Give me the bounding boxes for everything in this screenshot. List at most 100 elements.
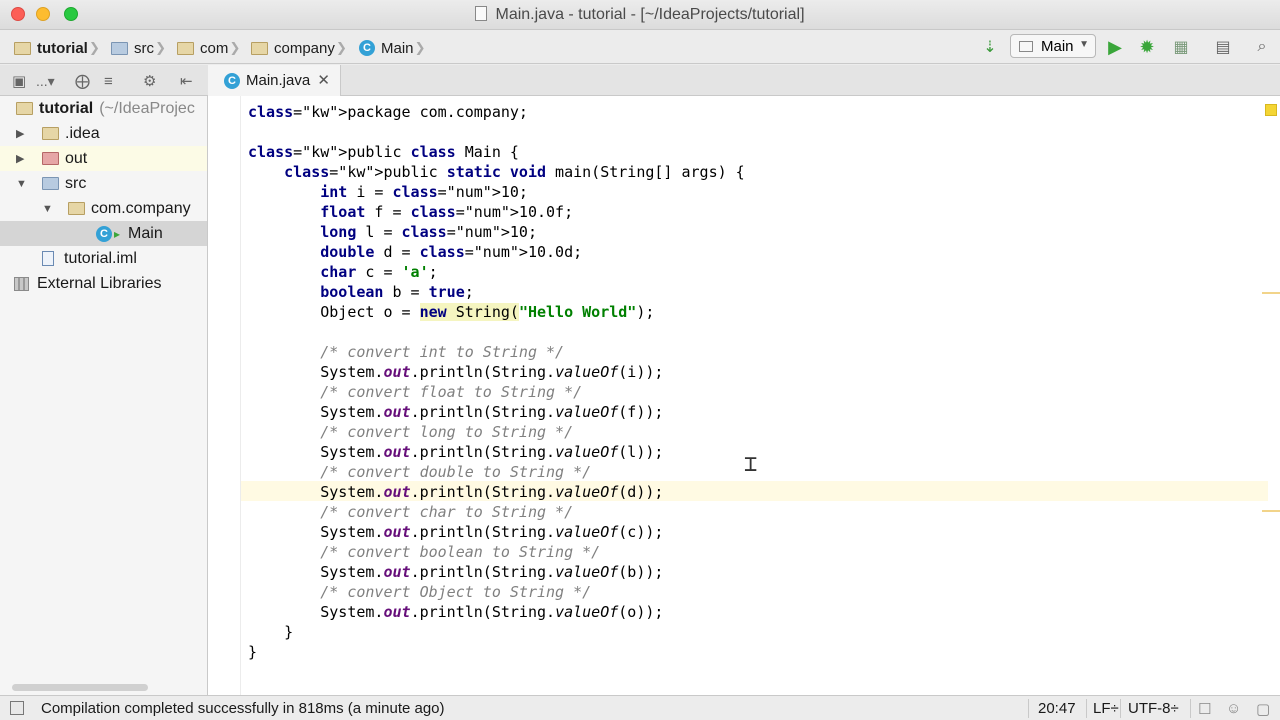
tree-item-tutorial[interactable]: tutorial (~/IdeaProjec [0,96,207,121]
code-line: /* convert char to String */ [248,502,745,522]
code-token: class="kw">public class Main { [248,143,519,161]
inspector-icon[interactable]: ☺ [1226,700,1241,717]
code-area[interactable]: class="kw">package com.company; class="k… [248,102,745,662]
editor-tabs: C Main.java ✕ [208,65,1280,96]
line-separator-selector[interactable]: LF÷ [1093,700,1119,717]
gear-icon[interactable]: ⚙ [143,71,156,91]
encoding-selector[interactable]: UTF-8÷ [1128,700,1179,717]
project-structure-icon[interactable]: ▤ [1213,37,1233,57]
tree-item-label: out [65,149,88,167]
code-line: float f = class="num">10.0f; [248,202,745,222]
divider [1086,699,1087,718]
code-comment: /* convert long to String */ [248,423,574,441]
breadcrumb-com[interactable]: com ❯ [177,38,240,58]
code-token: System.out.println(String.valueOf(i)); [248,363,664,381]
divider [1190,699,1191,718]
code-line: class="kw">public class Main { [248,142,745,162]
tree-item-out[interactable]: ▶ out [0,146,207,171]
divider [1120,699,1121,718]
folder-icon [14,41,31,55]
chevron-right-icon: ❯ [414,40,426,55]
tree-item-label: tutorial [39,99,94,117]
collapse-all-icon[interactable]: ≡ [104,71,113,91]
collapse-arrow-icon[interactable]: ▼ [16,178,27,190]
tree-item-idea[interactable]: ▶ .idea [0,121,207,146]
code-comment: /* convert boolean to String */ [248,543,601,561]
warning-marker[interactable] [1262,292,1280,294]
hide-panel-icon[interactable]: ⇤ [180,71,193,91]
chevron-right-icon: ❯ [335,40,347,55]
libraries-icon [14,276,29,291]
code-token: class="kw">package com.company; [248,103,528,121]
breadcrumb-label: com [200,39,229,57]
code-line: System.out.println(String.valueOf(l)); [248,442,745,462]
code-line: /* convert Object to String */ [248,582,745,602]
collapse-arrow-icon[interactable]: ▼ [42,203,53,215]
code-line: } [248,642,745,662]
inspection-status-icon[interactable] [1265,104,1277,116]
tree-item-external-libraries[interactable]: External Libraries [0,271,207,296]
code-editor[interactable]: class="kw">package com.company; class="k… [208,96,1280,695]
tree-item-com-company[interactable]: ▼ com.company [0,196,207,221]
source-folder-icon [42,177,59,190]
run-icon[interactable]: ▶ [1105,37,1125,57]
project-tree: tutorial (~/IdeaProjec ▶ .idea ▶ out ▼ s… [0,96,208,695]
tree-item-src[interactable]: ▼ src [0,171,207,196]
scroll-from-source-icon[interactable]: ⨁ [75,71,90,91]
tool-windows-icon[interactable] [10,701,24,715]
code-token: class="kw">public static void main(Strin… [284,163,745,181]
class-icon: C [359,40,375,56]
code-line: System.out.println(String.valueOf(d)); [248,482,745,502]
debug-icon[interactable]: ✹ [1137,37,1157,57]
code-comment: /* convert Object to String */ [248,583,592,601]
window-title: Main.java - tutorial - [~/IdeaProjects/t… [495,6,805,23]
ide-window: { "window": { "title": "Main.java - tuto… [0,0,1280,720]
close-tab-icon[interactable]: ✕ [317,71,330,89]
code-line: int i = class="num">10; [248,182,745,202]
code-comment: /* convert double to String */ [248,463,592,481]
warning-marker[interactable] [1262,510,1280,512]
caret-position[interactable]: 20:47 [1038,700,1076,717]
class-icon: C [96,225,112,242]
project-view-label: ... [36,73,48,89]
lock-icon[interactable]: ☐ [1198,700,1211,718]
code-line: char c = 'a'; [248,262,745,282]
code-token: System.out.println(String.valueOf(f)); [248,403,664,421]
code-token: } [248,643,258,661]
code-line: System.out.println(String.valueOf(f)); [248,402,745,422]
status-bar: Compilation completed successfully in 81… [0,695,1280,720]
breadcrumb-company[interactable]: company ❯ [251,38,347,58]
project-view-icon[interactable]: ▣ [12,71,26,91]
breadcrumb-label: Main [381,39,414,57]
editor-gutter[interactable] [208,96,241,695]
project-view-selector[interactable]: ... ▾ [36,71,55,91]
horizontal-scrollbar[interactable] [12,684,148,691]
coverage-icon[interactable]: ▦ [1171,37,1191,57]
run-marker-icon: ▸ [114,226,121,241]
tree-item-path: (~/IdeaProjec [99,99,195,117]
breadcrumb-src[interactable]: src ❯ [111,38,166,58]
build-project-icon[interactable]: ⇣ [980,37,1000,57]
expand-arrow-icon[interactable]: ▶ [16,152,24,165]
event-log-icon[interactable]: ▢ [1256,700,1270,718]
breadcrumb-tutorial[interactable]: tutorial ❯ [14,38,100,58]
code-token: } [248,623,294,641]
error-stripe[interactable] [1262,96,1280,695]
code-line: /* convert double to String */ [248,462,745,482]
project-toolbar: ▣ ... ▾ ⨁ ≡ ⚙ ⇤ [0,65,208,96]
expand-arrow-icon[interactable]: ▶ [16,127,24,140]
search-icon[interactable]: ⌕ [1252,37,1272,57]
package-icon [177,41,194,55]
breadcrumb-main[interactable]: C Main ❯ [359,38,426,58]
excluded-folder-icon [42,152,59,165]
tree-item-main[interactable]: C ▸ Main [0,221,207,246]
tab-main-java[interactable]: C Main.java ✕ [208,65,341,96]
status-message: Compilation completed successfully in 81… [41,700,445,717]
package-icon [251,41,268,55]
run-configuration-select[interactable]: Main ▼ [1010,34,1096,58]
java-file-icon [475,6,488,21]
tree-item-label: Main [128,224,163,242]
tree-item-tutorial-iml[interactable]: tutorial.iml [0,246,207,271]
code-line: System.out.println(String.valueOf(o)); [248,602,745,622]
